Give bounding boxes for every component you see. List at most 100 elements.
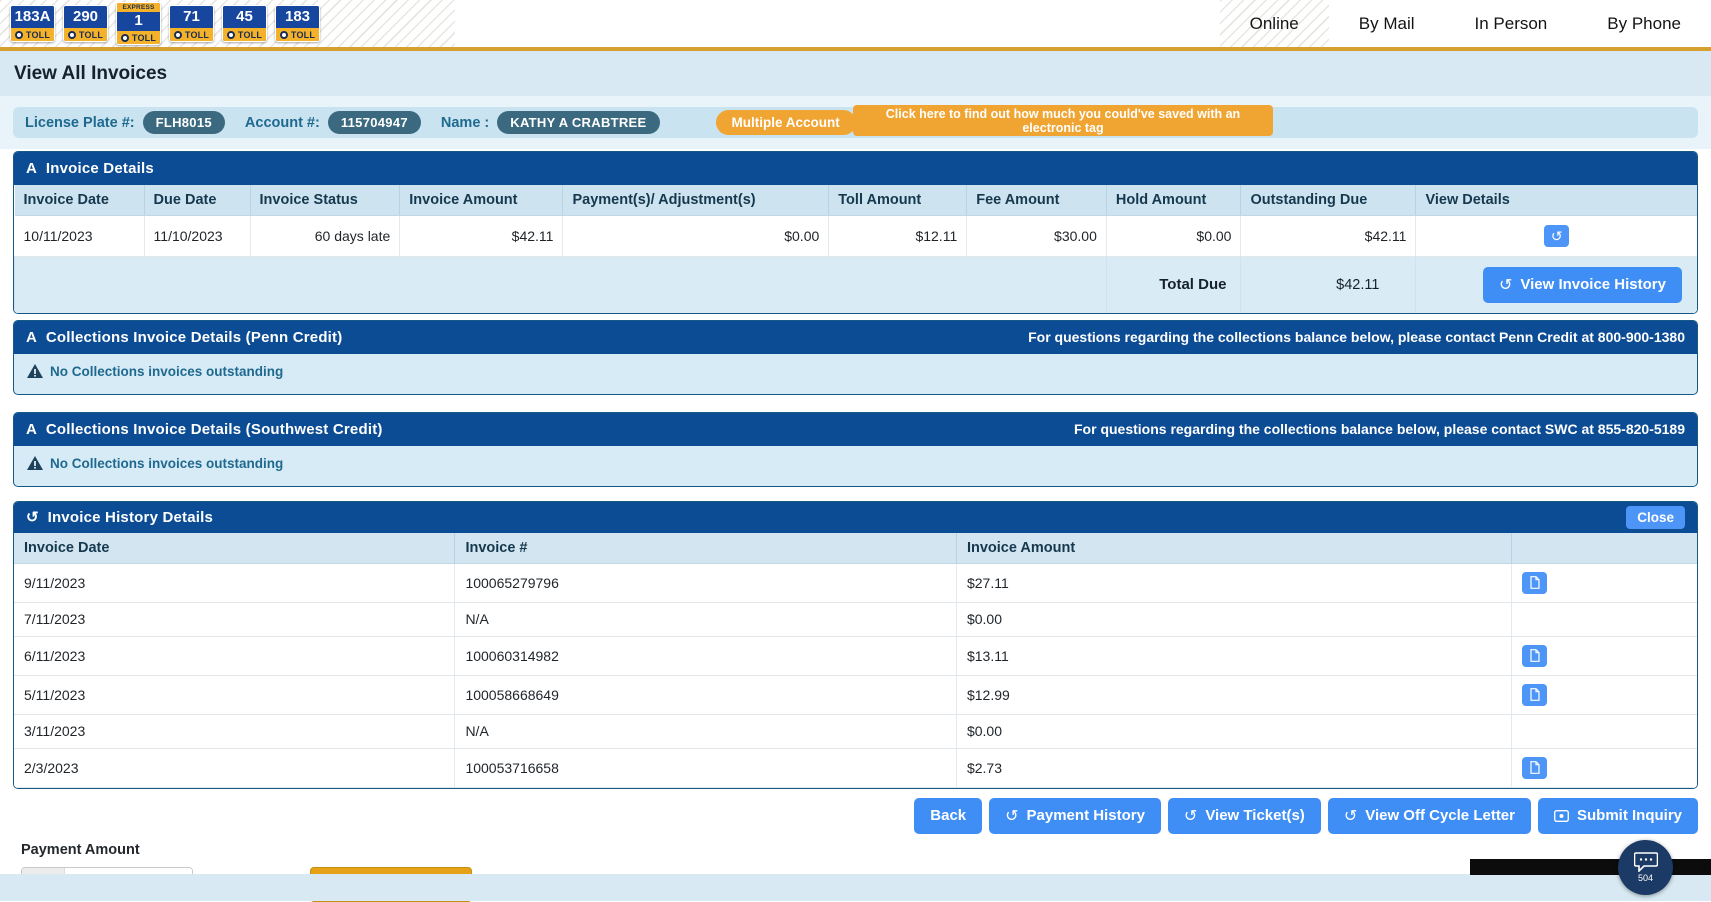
- invoice-details-header: A Invoice Details: [14, 152, 1697, 185]
- history-invoice-date-cell: 5/11/2023: [14, 675, 455, 714]
- due-date-cell: 11/10/2023: [144, 216, 250, 257]
- col-outstanding-due: Outstanding Due: [1241, 185, 1416, 216]
- toll-label: TOLL: [185, 30, 209, 40]
- express-label: EXPRESS: [117, 3, 160, 12]
- invoice-history-panel: ↺ Invoice History Details Close Invoice …: [13, 501, 1698, 789]
- history-invoice-amount-cell: $12.99: [956, 675, 1511, 714]
- toll-label: TOLL: [79, 30, 103, 40]
- alert-icon: A: [26, 160, 37, 177]
- penn-credit-contact-info: For questions regarding the collections …: [1028, 329, 1685, 345]
- invoice-history-row: 3/11/2023N/A$0.00: [14, 714, 1697, 748]
- history-icon: ↺: [1551, 228, 1563, 245]
- invoice-details-header-row: Invoice Date Due Date Invoice Status Inv…: [15, 185, 1698, 216]
- warning-triangle-icon: [27, 456, 43, 470]
- invoice-history-header: ↺ Invoice History Details Close: [14, 502, 1697, 533]
- toll-badge-number: 71: [170, 6, 213, 28]
- collections-penn-credit-panel: A Collections Invoice Details (Penn Cred…: [13, 320, 1698, 395]
- toll-badge-183: 183 TOLL: [275, 5, 320, 42]
- invoice-details-panel: A Invoice Details Invoice Date Due Date …: [13, 151, 1698, 314]
- invoice-history-header-row: Invoice Date Invoice # Invoice Amount: [14, 533, 1697, 564]
- toll-badges-strip: 183A TOLL 290 TOLL EXPRESS 1 TOLL 71 TOL…: [0, 0, 455, 47]
- name-label: Name :: [441, 115, 489, 131]
- electronic-tag-savings-banner[interactable]: Click here to find out how much you coul…: [853, 105, 1273, 136]
- pdf-file-icon: [1530, 576, 1540, 589]
- history-invoice-date-cell: 9/11/2023: [14, 563, 455, 602]
- toll-label: TOLL: [291, 30, 315, 40]
- history-invoice-amount-cell: $13.11: [956, 636, 1511, 675]
- view-pdf-button[interactable]: [1522, 684, 1547, 706]
- payments-adjustments-cell: $0.00: [563, 216, 829, 257]
- history-invoice-date-cell: 2/3/2023: [14, 748, 455, 787]
- live-chat-button[interactable]: 504: [1618, 840, 1673, 895]
- toll-badge-number: 183: [276, 6, 319, 28]
- view-pdf-button[interactable]: [1522, 757, 1547, 779]
- toll-dot-icon: [174, 31, 182, 39]
- history-invoice-amount-cell: $2.73: [956, 748, 1511, 787]
- invoice-history-row: 7/11/2023N/A$0.00: [14, 602, 1697, 636]
- back-button[interactable]: Back: [914, 798, 982, 834]
- submit-inquiry-button[interactable]: Submit Inquiry: [1538, 798, 1698, 834]
- payment-history-button[interactable]: ↺ Payment History: [989, 798, 1161, 834]
- history-invoice-number-cell: N/A: [455, 714, 957, 748]
- history-icon: ↺: [26, 508, 39, 526]
- toll-dot-icon: [121, 34, 129, 42]
- history-invoice-number-cell: 100058668649: [455, 675, 957, 714]
- no-collections-message: No Collections invoices outstanding: [50, 456, 283, 471]
- invoice-history-row: 9/11/2023100065279796$27.11: [14, 563, 1697, 602]
- total-due-row: Total Due $42.11 ↺ View Invoice History: [15, 257, 1698, 313]
- toll-badge-183a: 183A TOLL: [10, 5, 55, 42]
- history-icon: ↺: [1005, 806, 1018, 826]
- alert-icon: A: [26, 329, 37, 346]
- history-invoice-date-cell: 7/11/2023: [14, 602, 455, 636]
- nav-tab-in-person[interactable]: In Person: [1445, 0, 1578, 47]
- invoice-history-table: Invoice Date Invoice # Invoice Amount 9/…: [14, 533, 1697, 788]
- name-value: KATHY A CRABTREE: [497, 111, 659, 134]
- license-plate-label: License Plate #:: [25, 115, 135, 131]
- collections-southwest-panel: A Collections Invoice Details (Southwest…: [13, 412, 1698, 487]
- toll-badge-number: 1: [117, 12, 160, 31]
- invoice-date-cell: 10/11/2023: [15, 216, 145, 257]
- col-history-invoice-date: Invoice Date: [14, 533, 455, 564]
- multiple-account-badge: Multiple Account: [716, 110, 856, 135]
- top-header: 183A TOLL 290 TOLL EXPRESS 1 TOLL 71 TOL…: [0, 0, 1711, 51]
- no-collections-message: No Collections invoices outstanding: [50, 364, 283, 379]
- view-off-cycle-letter-button[interactable]: ↺ View Off Cycle Letter: [1328, 798, 1531, 834]
- invoice-details-title: Invoice Details: [46, 160, 154, 177]
- invoice-history-row: 6/11/2023100060314982$13.11: [14, 636, 1697, 675]
- history-invoice-amount-cell: $0.00: [956, 602, 1511, 636]
- toll-dot-icon: [15, 31, 23, 39]
- col-toll-amount: Toll Amount: [829, 185, 967, 216]
- view-tickets-button[interactable]: ↺ View Ticket(s): [1168, 798, 1321, 834]
- history-icon: ↺: [1344, 806, 1357, 826]
- account-section: License Plate #: FLH8015 Account #: 1157…: [0, 96, 1711, 149]
- collections-penn-header: A Collections Invoice Details (Penn Cred…: [14, 321, 1697, 354]
- toll-dot-icon: [227, 31, 235, 39]
- payment-amount-label: Payment Amount: [21, 842, 1711, 858]
- bottom-strip: [0, 874, 1711, 901]
- invoice-status-cell: 60 days late: [250, 216, 400, 257]
- view-pdf-button[interactable]: [1522, 645, 1547, 667]
- col-history-invoice-amount: Invoice Amount: [956, 533, 1511, 564]
- invoice-details-table: Invoice Date Due Date Invoice Status Inv…: [14, 185, 1697, 313]
- view-pdf-button[interactable]: [1522, 572, 1547, 594]
- nav-tab-by-phone[interactable]: By Phone: [1577, 0, 1711, 47]
- history-invoice-date-cell: 6/11/2023: [14, 636, 455, 675]
- chat-counter: 504: [1638, 873, 1653, 883]
- toll-badge-number: 45: [223, 6, 266, 28]
- outstanding-due-cell: $42.11: [1241, 216, 1416, 257]
- history-icon: ↺: [1499, 275, 1512, 295]
- history-invoice-number-cell: 100053716658: [455, 748, 957, 787]
- nav-tab-by-mail[interactable]: By Mail: [1329, 0, 1445, 47]
- view-invoice-history-button[interactable]: ↺ View Invoice History: [1483, 267, 1682, 303]
- invoice-history-title: Invoice History Details: [48, 509, 214, 526]
- col-payments-adjustments: Payment(s)/ Adjustment(s): [563, 185, 829, 216]
- history-invoice-date-cell: 3/11/2023: [14, 714, 455, 748]
- payment-method-nav: Online By Mail In Person By Phone: [1220, 0, 1711, 47]
- toll-dot-icon: [68, 31, 76, 39]
- view-details-history-button[interactable]: ↺: [1544, 225, 1569, 247]
- collections-southwest-header: A Collections Invoice Details (Southwest…: [14, 413, 1697, 446]
- inquiry-icon: [1554, 810, 1569, 822]
- col-history-invoice-number: Invoice #: [455, 533, 957, 564]
- close-history-button[interactable]: Close: [1626, 506, 1685, 529]
- nav-tab-online[interactable]: Online: [1220, 0, 1329, 47]
